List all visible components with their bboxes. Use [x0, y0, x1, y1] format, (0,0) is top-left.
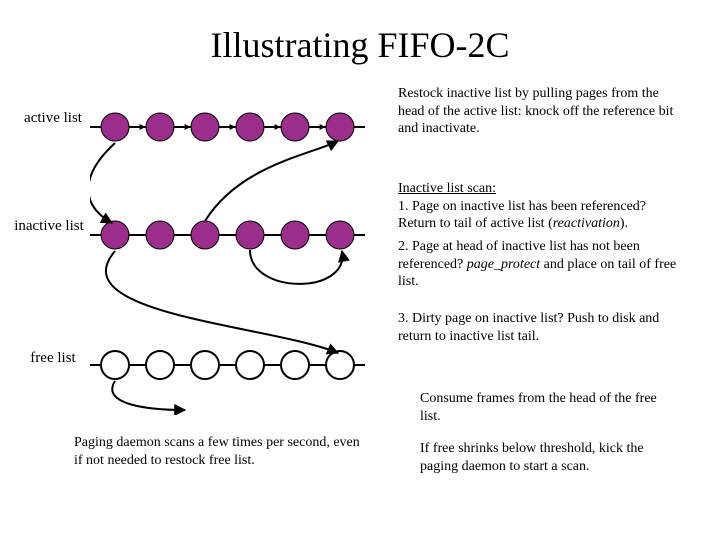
arrow-dirty-loop: [250, 250, 342, 284]
text-consume-free: Consume frames from the head of the free…: [420, 390, 680, 425]
text-paging-daemon: Paging daemon scans a few times per seco…: [74, 434, 364, 469]
diagram-area: active list inactive list free list: [0, 90, 720, 540]
arrow-inactive-to-free: [106, 251, 338, 353]
list-chains-svg: [90, 95, 390, 415]
text-dirty-page: 3. Dirty page on inactive list? Push to …: [398, 310, 678, 345]
text-threshold: If free shrinks below threshold, kick th…: [420, 440, 680, 475]
arrow-active-to-inactive: [90, 143, 115, 223]
arrow-reactivation: [205, 141, 338, 221]
label-active-list: active list: [18, 110, 88, 127]
page-title: Illustrating FIFO-2C: [0, 0, 720, 74]
text-inactive-scan: Inactive list scan: 1. Page on inactive …: [398, 180, 678, 233]
text-inactive-head: 2. Page at head of inactive list has not…: [398, 238, 678, 291]
arrow-consume-free: [112, 381, 185, 410]
label-inactive-list: inactive list: [14, 218, 84, 235]
text-restock: Restock inactive list by pulling pages f…: [398, 85, 678, 138]
text-inactive-scan-heading: Inactive list scan:: [398, 181, 496, 196]
label-free-list: free list: [18, 350, 88, 367]
